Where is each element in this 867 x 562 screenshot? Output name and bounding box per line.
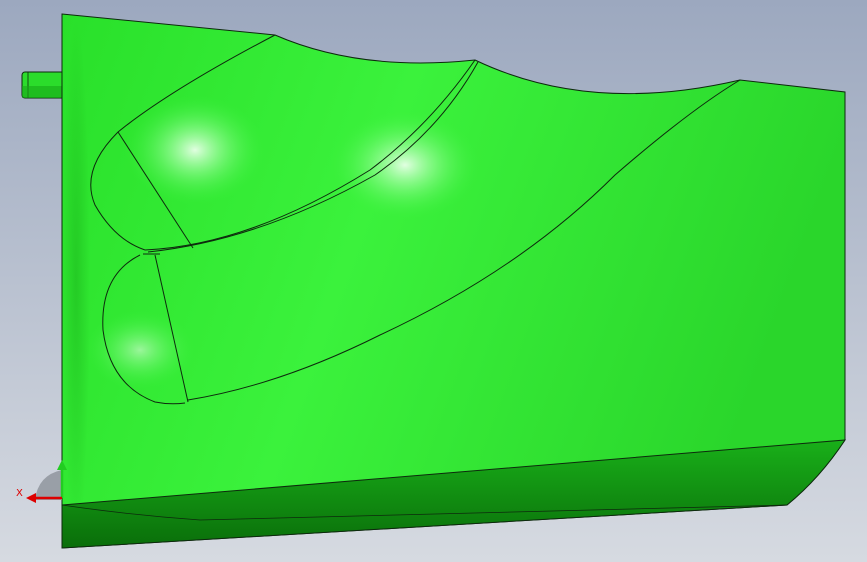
cad-graphics-viewport[interactable]: X bbox=[0, 0, 867, 562]
pin-feature[interactable] bbox=[21, 71, 67, 99]
model-canvas[interactable]: X bbox=[0, 0, 867, 562]
triad-x-label: X bbox=[16, 488, 23, 499]
model-body[interactable] bbox=[61, 13, 846, 549]
